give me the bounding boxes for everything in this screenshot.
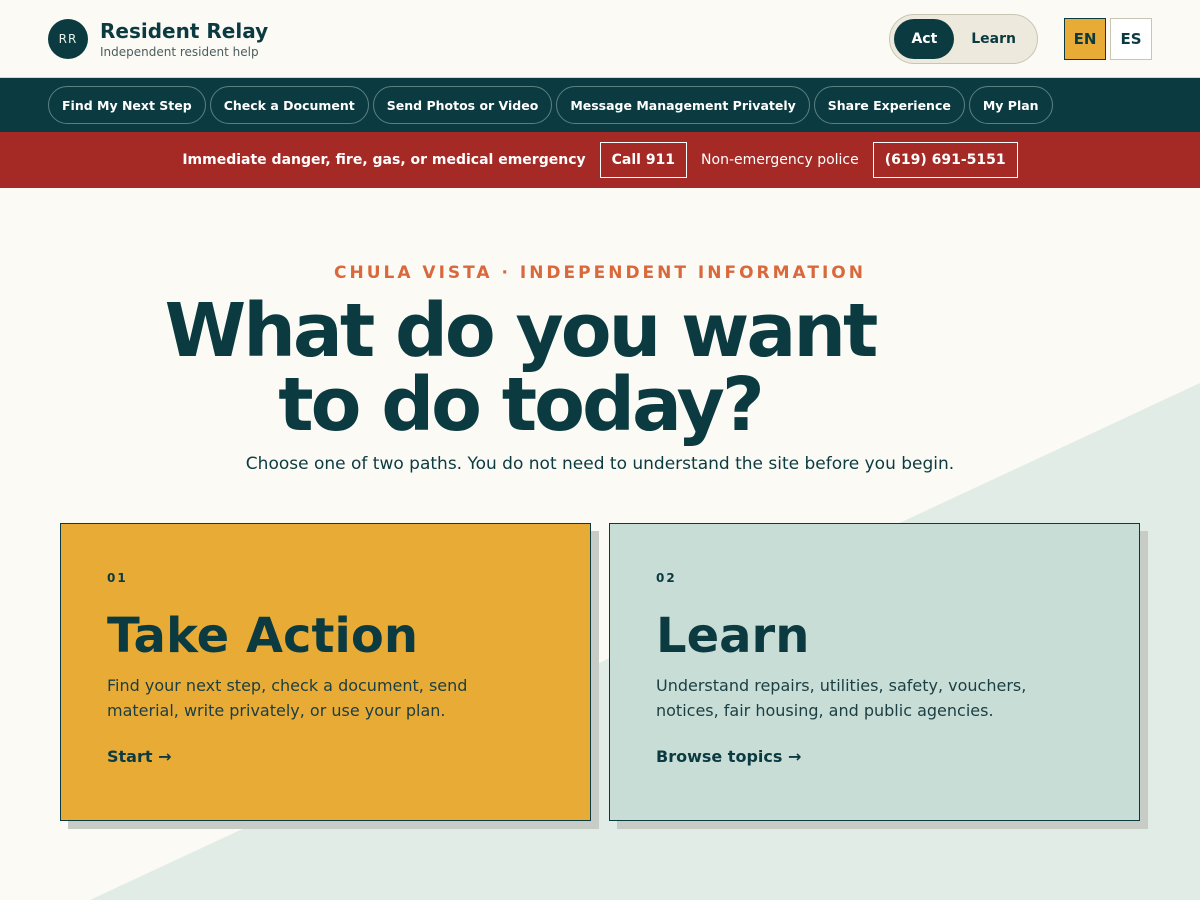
card-description: Find your next step, check a document, s… <box>107 676 468 720</box>
police-phone-link[interactable]: (619) 691-5151 <box>872 142 1018 178</box>
start-link[interactable]: Start → <box>107 747 171 766</box>
mode-act-button[interactable]: Act <box>894 18 955 59</box>
learn-card-wrap: 02 Learn Understand repairs, utilities, … <box>609 523 1148 829</box>
mode-toggle: Act Learn <box>889 13 1038 64</box>
browse-topics-link[interactable]: Browse topics → <box>656 747 801 766</box>
card-description: Understand repairs, utilities, safety, v… <box>656 676 1027 720</box>
language-switcher: EN ES <box>1064 17 1152 60</box>
take-action-card[interactable]: 01 Take Action Find your next step, chec… <box>60 523 591 821</box>
nav-my-plan[interactable]: My Plan <box>968 86 1053 124</box>
emergency-title: Immediate danger, fire, gas, or medical … <box>182 152 586 168</box>
hero-eyebrow: CHULA VISTA · INDEPENDENT INFORMATION <box>334 263 866 283</box>
card-title: Learn <box>656 608 810 664</box>
mode-learn-button[interactable]: Learn <box>954 19 1033 59</box>
nav-message-management[interactable]: Message Management Privately <box>556 86 810 124</box>
page-title: What do you want to do today? <box>164 288 879 448</box>
brand-logo: RR <box>48 18 88 59</box>
hero-subline: Choose one of two paths. You do not need… <box>245 454 955 474</box>
language-en-button[interactable]: EN <box>1064 17 1106 60</box>
card-number: 01 <box>107 571 128 585</box>
brand-tagline: Independent resident help <box>100 44 259 59</box>
nav-share-experience[interactable]: Share Experience <box>813 86 965 124</box>
take-action-card-wrap: 01 Take Action Find your next step, chec… <box>60 523 599 829</box>
brand-name: Resident Relay <box>100 18 269 43</box>
brand[interactable]: RR Resident Relay Independent resident h… <box>48 18 269 59</box>
main-nav: Find My Next Step Check a Document Send … <box>0 78 1200 132</box>
site-header: RR Resident Relay Independent resident h… <box>0 0 1200 78</box>
nav-find-next-step[interactable]: Find My Next Step <box>48 86 206 124</box>
card-title: Take Action <box>107 608 418 664</box>
non-emergency-label: Non-emergency police <box>701 152 859 168</box>
call-911-button[interactable]: Call 911 <box>599 142 688 178</box>
nav-check-document[interactable]: Check a Document <box>209 86 369 124</box>
nav-send-photos-video[interactable]: Send Photos or Video <box>372 86 553 124</box>
learn-card[interactable]: 02 Learn Understand repairs, utilities, … <box>609 523 1140 821</box>
emergency-banner: Immediate danger, fire, gas, or medical … <box>0 132 1200 188</box>
language-es-button[interactable]: ES <box>1110 17 1152 60</box>
card-number: 02 <box>656 571 677 585</box>
